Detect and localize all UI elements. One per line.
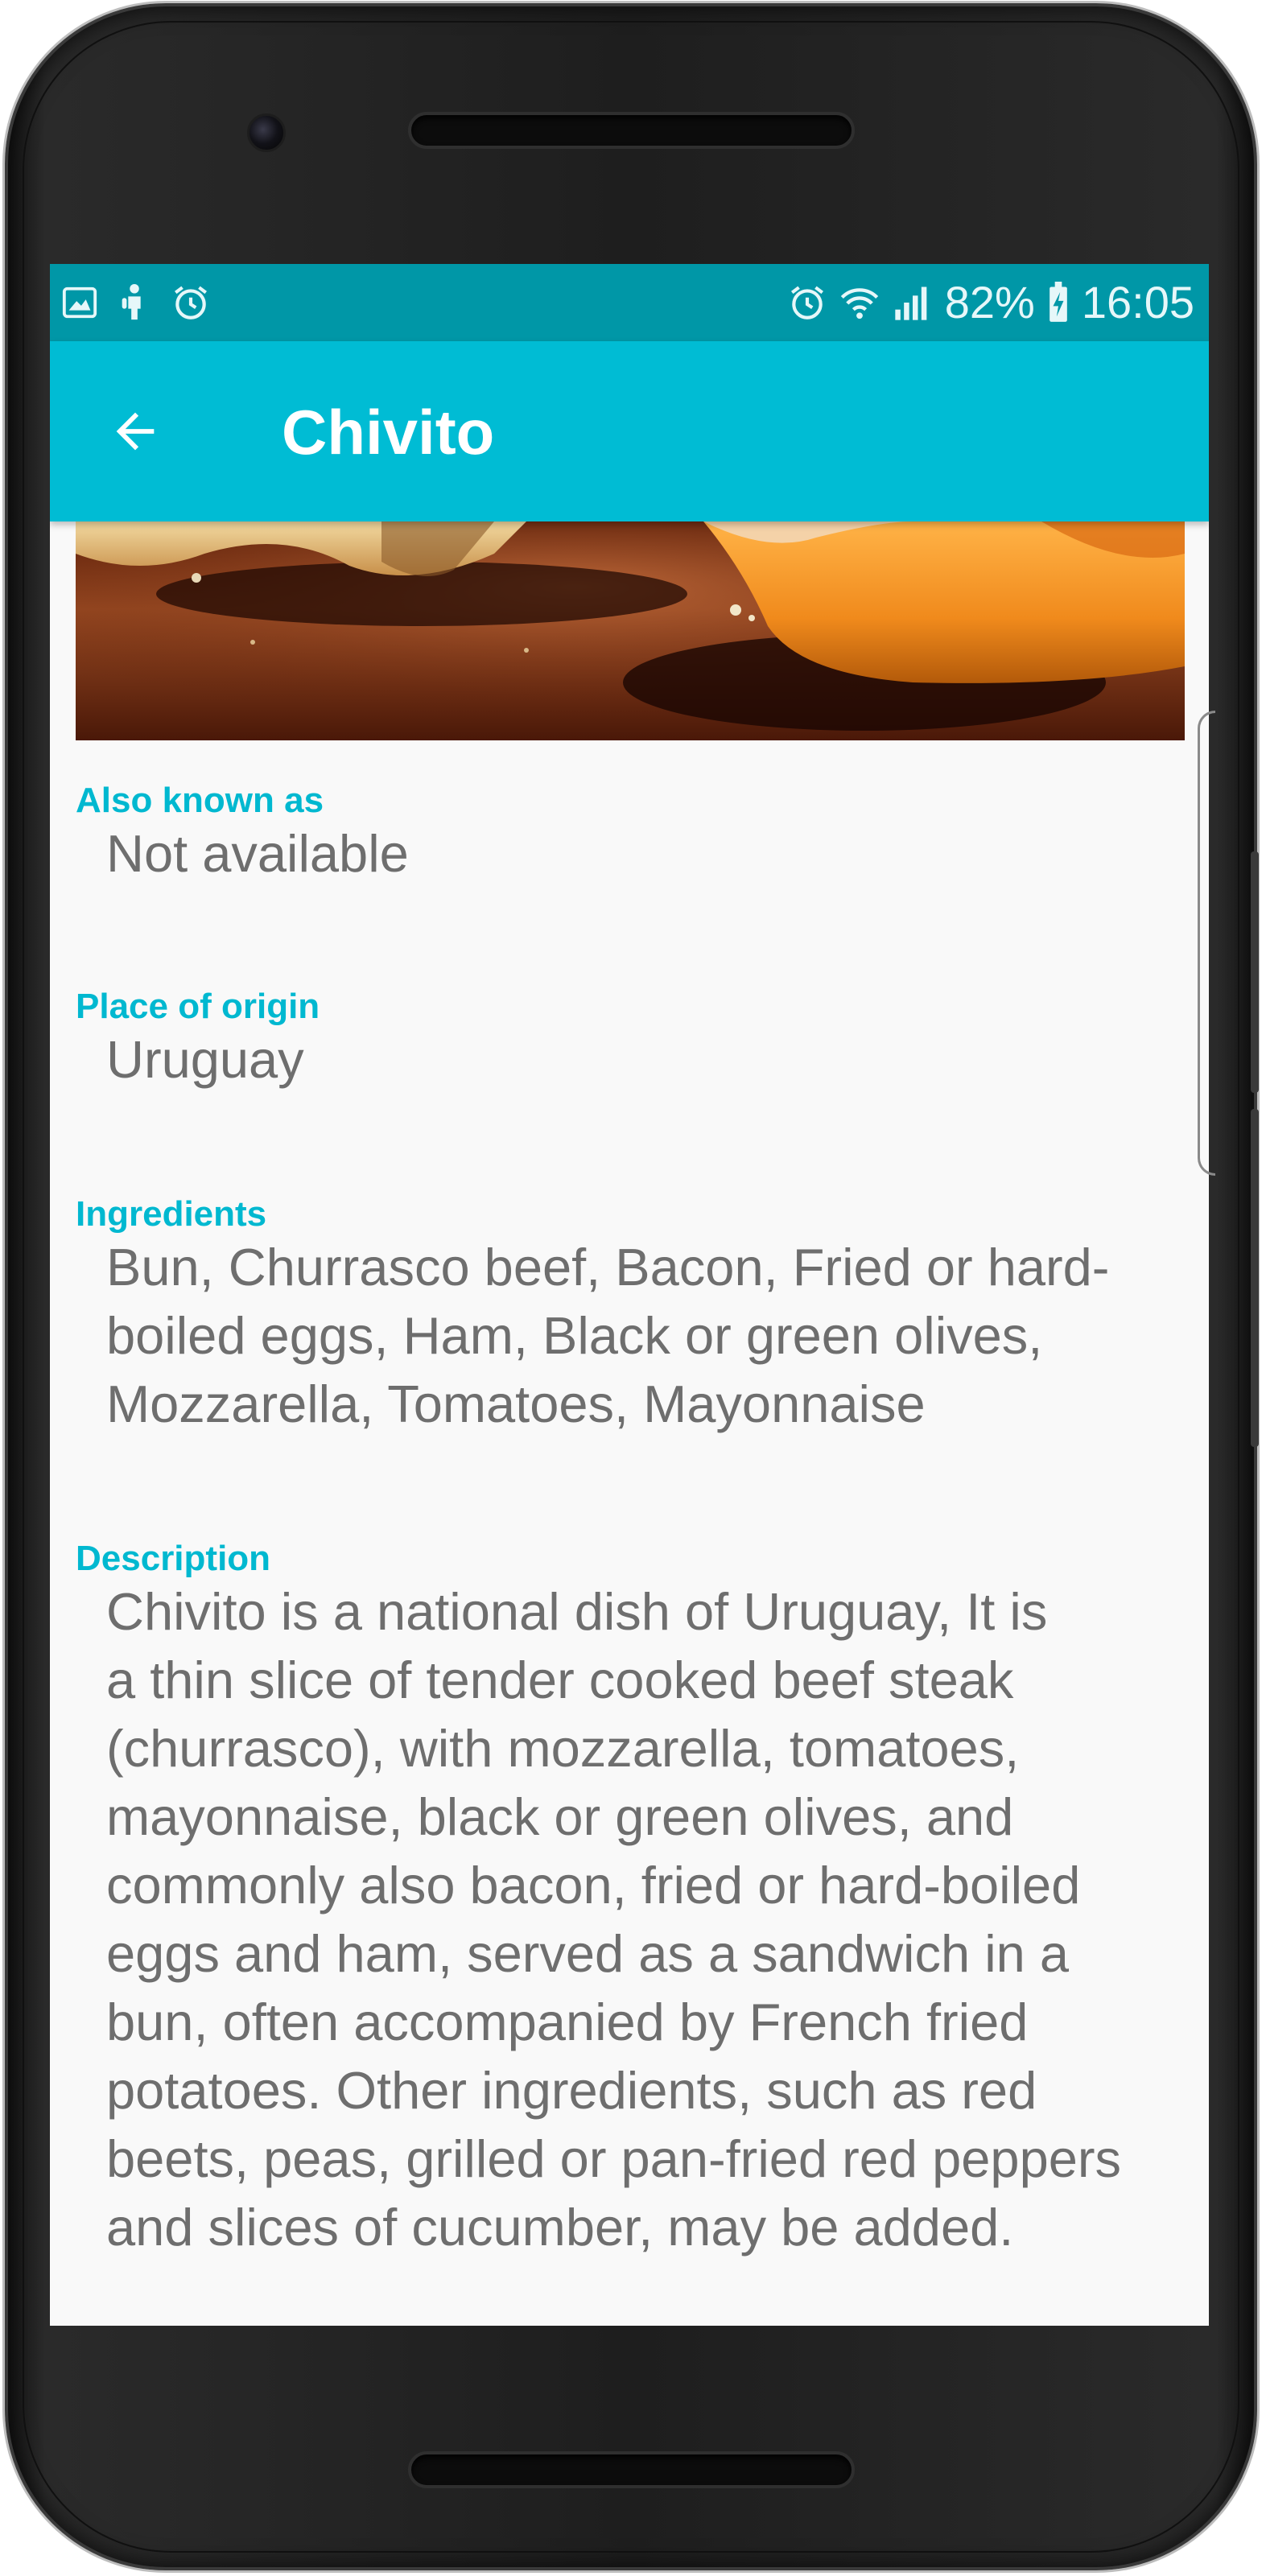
edge-panel-handle[interactable] <box>1198 711 1215 1176</box>
earpiece-speaker <box>408 112 855 149</box>
power-button <box>1251 851 1259 1093</box>
wifi-icon <box>839 282 880 324</box>
alarm-icon <box>171 282 211 323</box>
android-icon <box>116 282 153 324</box>
also-known-as-label: Also known as <box>76 781 324 820</box>
volume-button <box>1251 1109 1259 1447</box>
clock: 16:05 <box>1081 277 1194 328</box>
image-icon <box>61 284 98 321</box>
status-bar: 82% 16:05 <box>50 264 1209 341</box>
place-of-origin-value: Uruguay <box>106 1030 304 1089</box>
toolbar: Chivito <box>50 341 1209 521</box>
back-button[interactable] <box>90 386 180 476</box>
status-notifications <box>61 282 211 324</box>
bottom-speaker <box>408 2451 855 2488</box>
front-camera <box>247 113 286 152</box>
status-system: 82% 16:05 <box>787 278 1194 327</box>
app-screen: 82% 16:05 Chivito Also known as Not avai… <box>50 264 1209 2326</box>
arrow-back-icon <box>116 412 155 451</box>
description-value: Chivito is a national dish of Uruguay, I… <box>106 1582 1122 2257</box>
dish-photo <box>76 521 1185 740</box>
ingredients-label: Ingredients <box>76 1194 267 1234</box>
battery-charging-icon <box>1046 282 1070 324</box>
battery-percent: 82% <box>944 277 1035 328</box>
alarm-icon <box>787 282 827 323</box>
description-label: Description <box>76 1539 271 1578</box>
place-of-origin-label: Place of origin <box>76 987 320 1026</box>
also-known-as-value: Not available <box>106 824 409 883</box>
ingredients-value: Bun, Churrasco beef, Bacon, Fried or har… <box>106 1238 1110 1433</box>
signal-icon <box>892 282 934 324</box>
page-title: Chivito <box>282 397 495 468</box>
